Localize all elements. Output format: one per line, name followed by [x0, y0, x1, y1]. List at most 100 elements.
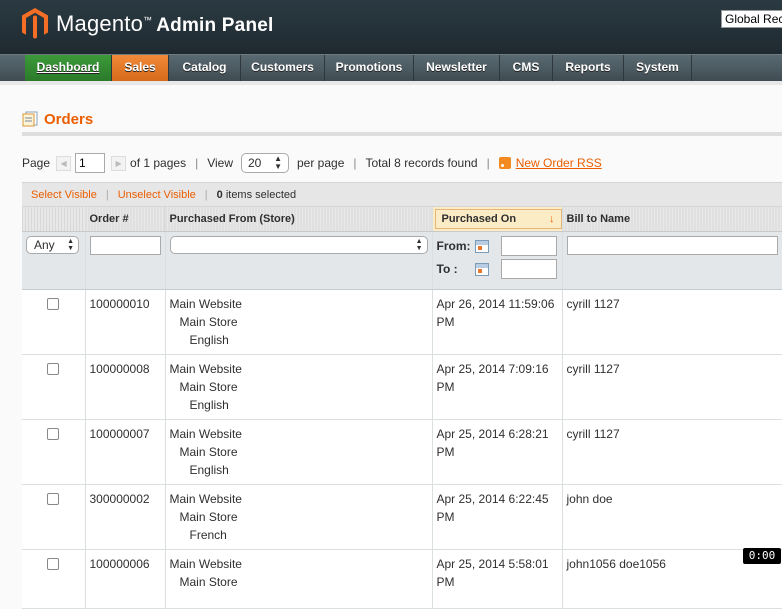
calendar-icon[interactable]: [474, 239, 489, 253]
nav-item-newsletter-label: Newsletter: [426, 60, 487, 74]
logo-text[interactable]: Magento™ Admin Panel: [56, 11, 274, 37]
nav-item-cms[interactable]: CMS: [500, 55, 553, 81]
column-header-bill-to[interactable]: Bill to Name: [562, 207, 782, 232]
store-website: Main Website: [169, 556, 242, 571]
nav-item-newsletter[interactable]: Newsletter: [414, 55, 500, 81]
table-row[interactable]: 100000010 Main Website Main Store English Ap…: [22, 289, 782, 355]
massaction-separator: |: [105, 188, 109, 201]
purchased-on-cell: Apr 25, 2014 5:58:01 PM: [432, 549, 563, 609]
order-number-cell: 100000008: [85, 354, 166, 420]
massaction-bar: Select Visible | Unselect Visible | 0 it…: [22, 182, 782, 207]
row-checkbox-cell: [22, 549, 86, 609]
calendar-icon[interactable]: [474, 262, 489, 276]
per-page-select[interactable]: 20 ▲ ▼: [241, 153, 289, 173]
nav-item-system-label: System: [636, 60, 679, 74]
column-header-store[interactable]: Purchased From (Store): [165, 207, 433, 232]
table-row[interactable]: 300000002 Main Website Main Store French Apr…: [22, 484, 782, 550]
nav-divider: [0, 81, 782, 85]
store-cell: Main Website Main Store English: [165, 419, 433, 485]
magento-logo-icon: [22, 8, 48, 39]
of-pages-text: of 1 pages: [130, 156, 187, 170]
unselect-visible-link[interactable]: Unselect Visible: [118, 189, 196, 201]
row-checkbox[interactable]: [47, 427, 60, 440]
nav-item-sales[interactable]: Sales: [112, 55, 169, 81]
table-row[interactable]: 100000007 Main Website Main Store English Ap…: [22, 419, 782, 485]
nav-item-sales-label: Sales: [124, 60, 156, 74]
nav-item-system[interactable]: System: [624, 55, 692, 81]
row-checkbox[interactable]: [47, 492, 60, 505]
title-divider: [22, 132, 782, 136]
store-group: Main Store: [179, 444, 238, 459]
new-order-rss-link[interactable]: New Order RSS: [516, 156, 602, 170]
nav-item-dashboard[interactable]: Dashboard: [25, 55, 112, 81]
nav-item-promotions[interactable]: Promotions: [325, 55, 414, 81]
purchased-on-cell: Apr 25, 2014 6:28:21 PM: [432, 419, 563, 485]
row-checkbox-cell: [22, 289, 86, 355]
logo-brand: Magento: [56, 11, 144, 36]
column-header-purchased-on[interactable]: Purchased On ↓: [432, 207, 563, 232]
pager-toolbar: Page ◀ ▶ of 1 pages | View 20 ▲▼ per pag…: [22, 152, 602, 174]
row-checkbox[interactable]: [47, 557, 60, 570]
global-record-search-select[interactable]: Global Record Search: [721, 10, 782, 28]
row-checkbox[interactable]: [47, 362, 60, 375]
select-arrows-icon: ▲ ▼: [67, 237, 74, 252]
filter-cell-bill-to: [562, 231, 782, 290]
pager-separator: |: [353, 156, 357, 170]
store-website: Main Website: [169, 296, 242, 311]
table-row[interactable]: 100000008 Main Website Main Store English Ap…: [22, 354, 782, 420]
order-number-cell: 300000002: [85, 484, 166, 550]
order-number-cell: 100000006: [85, 549, 166, 609]
main-nav: Dashboard Sales Catalog Customers Promot…: [0, 54, 782, 81]
row-checkbox[interactable]: [47, 297, 60, 310]
store-group: Main Store: [179, 509, 238, 524]
date-from-input[interactable]: [500, 236, 557, 256]
date-to-row: To :: [437, 259, 558, 280]
logo-trademark: ™: [143, 15, 153, 25]
sort-desc-arrow-icon: ↓: [549, 212, 555, 225]
filter-cell-massaction: Any ▲ ▼: [22, 231, 86, 290]
order-number-cell: 100000007: [85, 419, 166, 485]
store-cell: Main Website Main Store English: [165, 354, 433, 420]
rss-icon: [498, 157, 511, 169]
per-page-label: per page: [297, 156, 345, 170]
bill-to-filter-input[interactable]: [566, 235, 778, 255]
store-view: French: [189, 527, 227, 542]
page-title: Orders: [22, 108, 93, 130]
nav-item-reports[interactable]: Reports: [553, 55, 624, 81]
date-to-input[interactable]: [500, 259, 557, 279]
store-group: Main Store: [179, 314, 238, 329]
store-website: Main Website: [169, 426, 242, 441]
store-filter-select[interactable]: ▲ ▼: [169, 235, 428, 254]
selected-count-label: items selected: [225, 188, 297, 201]
pager-separator: |: [486, 156, 490, 170]
clock-overlay: 0:00: [743, 548, 781, 564]
bill-to-cell: john doe: [562, 484, 782, 550]
store-group: Main Store: [179, 574, 238, 589]
filter-cell-store: ▲ ▼: [165, 231, 433, 290]
view-label: View: [207, 156, 233, 170]
nav-item-reports-label: Reports: [565, 60, 611, 74]
selected-count: 0: [216, 188, 223, 201]
row-checkbox-cell: [22, 484, 86, 550]
nav-item-customers[interactable]: Customers: [241, 55, 325, 81]
massaction-filter-select[interactable]: Any ▲ ▼: [26, 235, 79, 254]
bill-to-cell: cyrill 1127: [562, 354, 782, 420]
row-checkbox-cell: [22, 419, 86, 485]
filter-cell-purchased-on: From: To :: [432, 231, 563, 290]
page-heading: Orders: [44, 110, 94, 128]
select-arrows-icon: ▲ ▼: [274, 154, 282, 171]
table-row[interactable]: 100000006 Main Website Main Store Apr 25, 2…: [22, 549, 782, 609]
store-website: Main Website: [169, 491, 242, 506]
filter-cell-order: [85, 231, 166, 290]
massaction-filter-value: Any: [34, 237, 55, 252]
next-page-arrow-icon[interactable]: ▶: [111, 155, 127, 171]
column-header-order[interactable]: Order #: [85, 207, 166, 232]
date-to-label: To :: [436, 262, 458, 276]
logo-subtitle: Admin Panel: [156, 15, 274, 36]
order-filter-input[interactable]: [89, 235, 161, 255]
nav-item-catalog[interactable]: Catalog: [169, 55, 241, 81]
prev-page-arrow-icon[interactable]: ◀: [56, 155, 72, 171]
page-number-input[interactable]: [75, 153, 106, 173]
select-visible-link[interactable]: Select Visible: [31, 189, 97, 201]
admin-header: Magento™Admin Panel Global Record Search: [0, 0, 782, 54]
